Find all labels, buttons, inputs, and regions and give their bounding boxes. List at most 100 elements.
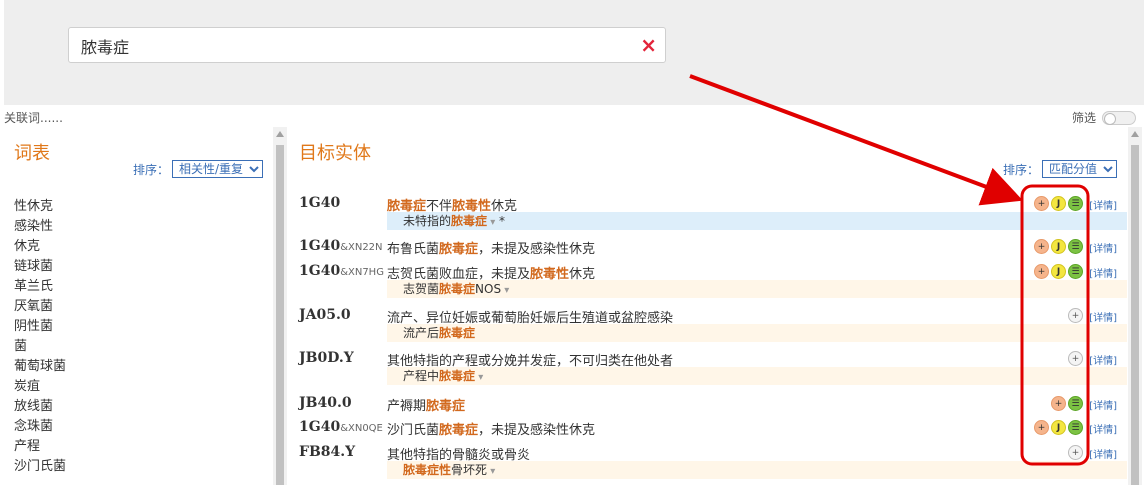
list-icon[interactable]: ☰ bbox=[1068, 264, 1083, 279]
add-icon[interactable]: + bbox=[1068, 445, 1083, 460]
word-item[interactable]: 沙门氏菌 bbox=[14, 457, 66, 477]
search-box[interactable]: × bbox=[68, 27, 666, 63]
related-words-label[interactable]: 关联词...... bbox=[4, 109, 63, 126]
entity-code: JA05.0 bbox=[299, 307, 351, 323]
detail-link[interactable]: [详情] bbox=[1089, 352, 1117, 367]
entity-subentry[interactable]: 流产后脓毒症 bbox=[387, 324, 1127, 342]
add-icon[interactable]: + bbox=[1034, 264, 1049, 279]
add-icon[interactable]: + bbox=[1034, 239, 1049, 254]
word-item[interactable]: 链球菌 bbox=[14, 257, 66, 277]
entity-code-text: JA05.0 bbox=[299, 307, 351, 323]
detail-link[interactable]: [详情] bbox=[1089, 421, 1117, 436]
filter-label: 筛选 bbox=[1071, 111, 1096, 125]
entity-title-text: 布鲁氏菌 bbox=[387, 242, 440, 257]
word-item[interactable]: 休克 bbox=[14, 237, 66, 257]
entity-title[interactable]: 沙门氏菌脓毒症，未提及感染性休克 bbox=[387, 419, 595, 438]
word-item[interactable]: 念珠菌 bbox=[14, 417, 66, 437]
detail-link[interactable]: [详情] bbox=[1089, 240, 1117, 255]
match-highlight: 脓毒症 bbox=[439, 282, 476, 296]
word-item[interactable]: 产程 bbox=[14, 437, 66, 457]
scroll-thumb[interactable] bbox=[1131, 145, 1139, 485]
entity-code: JB40.0 bbox=[299, 395, 352, 411]
list-icon[interactable]: ☰ bbox=[1068, 420, 1083, 435]
add-icon[interactable]: + bbox=[1034, 420, 1049, 435]
match-highlight: 脓毒症性 bbox=[403, 463, 452, 477]
word-sort: 排序： 相关性/重复 bbox=[133, 160, 264, 178]
add-icon[interactable]: + bbox=[1068, 351, 1083, 366]
entity-subentry[interactable]: 志贺菌脓毒症NOS ▾ bbox=[387, 280, 1127, 298]
search-input[interactable] bbox=[79, 33, 623, 59]
word-item[interactable]: 阴性菌 bbox=[14, 317, 66, 337]
entity-sort-select[interactable]: 匹配分值 bbox=[1042, 160, 1117, 178]
entity-code-suffix: &XN22N bbox=[340, 242, 383, 253]
add-icon[interactable]: + bbox=[1068, 308, 1083, 323]
word-list-title: 词表 bbox=[14, 143, 50, 164]
entity-code: 1G40&XN0QE bbox=[299, 419, 383, 435]
word-item[interactable]: 感染性 bbox=[14, 217, 66, 237]
detail-link[interactable]: [详情] bbox=[1089, 197, 1117, 212]
chevron-down-icon[interactable]: ▾ bbox=[487, 217, 495, 228]
entity-actions: + ☰ bbox=[1051, 396, 1083, 411]
entity-panel-title: 目标实体 bbox=[299, 143, 371, 164]
detail-link[interactable]: [详情] bbox=[1089, 309, 1117, 324]
word-item[interactable]: 炭疽 bbox=[14, 377, 66, 397]
detail-link[interactable]: [详情] bbox=[1089, 397, 1117, 412]
match-highlight: 脓毒症 bbox=[439, 242, 479, 257]
entity-title-text: 产褥期 bbox=[387, 399, 427, 414]
entity-panel: 目标实体 排序： 匹配分值 1G40 脓毒症不伴脓毒性休克 + J ☰ [详情] 未特指的脓… bbox=[289, 127, 1127, 485]
subentry-text: 产程中 bbox=[403, 369, 440, 383]
match-highlight: 脓毒症 bbox=[439, 423, 479, 438]
list-icon[interactable]: ☰ bbox=[1068, 396, 1083, 411]
entity-code-text: 1G40 bbox=[299, 263, 341, 279]
match-highlight: 脓毒症 bbox=[451, 214, 488, 228]
subentry-text: 未特指的 bbox=[403, 214, 452, 228]
detail-link[interactable]: [详情] bbox=[1089, 265, 1117, 280]
j-icon[interactable]: J bbox=[1051, 239, 1066, 254]
entity-actions: + J ☰ bbox=[1034, 420, 1083, 435]
word-item[interactable]: 葡萄球菌 bbox=[14, 357, 66, 377]
entity-code-text: FB84.Y bbox=[299, 444, 356, 460]
chevron-down-icon[interactable]: ▾ bbox=[475, 372, 483, 383]
add-icon[interactable]: + bbox=[1051, 396, 1066, 411]
add-icon[interactable]: + bbox=[1034, 196, 1049, 211]
subentry-text: 骨坏死 bbox=[451, 463, 488, 477]
scroll-thumb[interactable] bbox=[276, 145, 284, 485]
match-highlight: 脓毒症 bbox=[426, 399, 466, 414]
entity-code-suffix: &XN7HG bbox=[340, 267, 384, 278]
right-scrollbar[interactable] bbox=[1128, 127, 1142, 485]
scroll-up-icon[interactable] bbox=[1131, 131, 1139, 137]
chevron-down-icon[interactable]: ▾ bbox=[487, 466, 495, 477]
entity-title[interactable]: 产褥期脓毒症 bbox=[387, 395, 465, 414]
list-icon[interactable]: ☰ bbox=[1068, 196, 1083, 211]
entity-subentry[interactable]: 产程中脓毒症 ▾ bbox=[387, 367, 1127, 385]
entity-subentry[interactable]: 未特指的脓毒症 ▾ * bbox=[387, 212, 1127, 230]
entity-title[interactable]: 布鲁氏菌脓毒症，未提及感染性休克 bbox=[387, 238, 595, 257]
entity-title-text: ，未提及感染性休克 bbox=[478, 423, 596, 438]
j-icon[interactable]: J bbox=[1051, 196, 1066, 211]
word-sort-select[interactable]: 相关性/重复 bbox=[172, 160, 264, 178]
word-item[interactable]: 革兰氏 bbox=[14, 277, 66, 297]
word-item[interactable]: 菌 bbox=[14, 337, 66, 357]
entity-actions: + J ☰ bbox=[1034, 196, 1083, 211]
chevron-down-icon[interactable]: ▾ bbox=[501, 285, 509, 296]
detail-link[interactable]: [详情] bbox=[1089, 446, 1117, 461]
entity-sort-label: 排序： bbox=[1002, 162, 1039, 177]
word-sort-label: 排序： bbox=[133, 162, 170, 177]
entity-code-text: JB0D.Y bbox=[299, 350, 354, 366]
entity-code: 1G40&XN7HG bbox=[299, 263, 384, 279]
entity-code-suffix: &XN0QE bbox=[340, 423, 383, 434]
j-icon[interactable]: J bbox=[1051, 264, 1066, 279]
clear-icon[interactable]: × bbox=[640, 32, 657, 58]
word-item[interactable]: 放线菌 bbox=[14, 397, 66, 417]
filter-toggle[interactable] bbox=[1102, 110, 1136, 125]
j-icon[interactable]: J bbox=[1051, 420, 1066, 435]
match-highlight: 脓毒症 bbox=[439, 369, 476, 383]
entity-actions: + bbox=[1068, 445, 1083, 460]
scroll-up-icon[interactable] bbox=[276, 131, 284, 137]
left-scrollbar[interactable] bbox=[273, 127, 287, 485]
entity-subentry[interactable]: 脓毒症性骨坏死 ▾ bbox=[387, 461, 1127, 479]
word-item[interactable]: 厌氧菌 bbox=[14, 297, 66, 317]
list-icon[interactable]: ☰ bbox=[1068, 239, 1083, 254]
search-area: × bbox=[4, 0, 1144, 105]
word-item[interactable]: 性休克 bbox=[14, 197, 66, 217]
